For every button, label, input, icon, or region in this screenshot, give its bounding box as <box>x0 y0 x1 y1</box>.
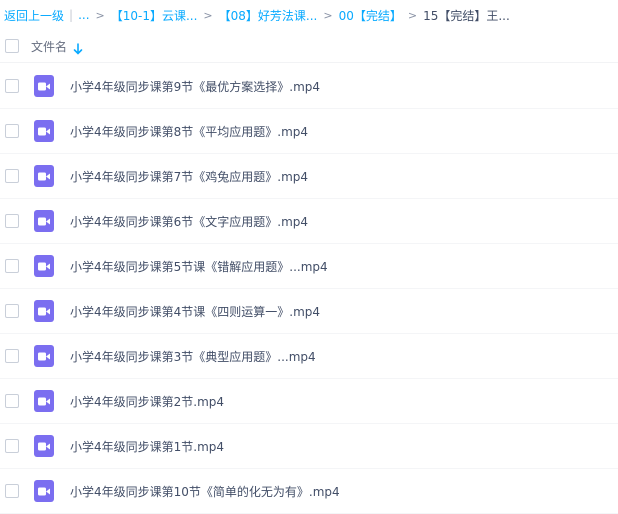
video-file-icon <box>34 390 54 412</box>
video-file-icon <box>34 480 54 502</box>
file-row[interactable]: 小学4年级同步课第7节《鸡兔应用题》.mp4 <box>0 154 618 199</box>
row-checkbox[interactable] <box>5 304 19 318</box>
select-all-checkbox[interactable] <box>5 39 19 53</box>
video-file-icon <box>34 165 54 187</box>
back-link[interactable]: 返回上一级 <box>4 7 64 24</box>
row-checkbox[interactable] <box>5 79 19 93</box>
file-row[interactable]: 小学4年级同步课第9节《最优方案选择》.mp4 <box>0 64 618 109</box>
file-row[interactable]: 小学4年级同步课第3节《典型应用题》...mp4 <box>0 334 618 379</box>
row-checkbox[interactable] <box>5 394 19 408</box>
file-name[interactable]: 小学4年级同步课第8节《平均应用题》.mp4 <box>70 123 308 140</box>
video-file-icon <box>34 255 54 277</box>
video-file-icon <box>34 120 54 142</box>
file-row[interactable]: 小学4年级同步课第6节《文字应用题》.mp4 <box>0 199 618 244</box>
row-checkbox[interactable] <box>5 439 19 453</box>
row-checkbox[interactable] <box>5 124 19 138</box>
row-checkbox[interactable] <box>5 169 19 183</box>
column-header-filename[interactable]: 文件名 <box>31 38 67 55</box>
video-file-icon <box>34 300 54 322</box>
file-row[interactable]: 小学4年级同步课第1节.mp4 <box>0 424 618 469</box>
row-checkbox[interactable] <box>5 484 19 498</box>
chevron-right-icon: > <box>407 8 418 22</box>
breadcrumb-item[interactable]: 00【完结】 <box>339 7 402 24</box>
arrow-down-icon[interactable] <box>73 40 83 55</box>
breadcrumb-divider: | <box>69 8 74 22</box>
chevron-right-icon: > <box>203 8 213 22</box>
file-name[interactable]: 小学4年级同步课第10节《简单的化无为有》.mp4 <box>70 483 340 500</box>
file-name[interactable]: 小学4年级同步课第1节.mp4 <box>70 438 224 455</box>
chevron-right-icon: > <box>323 8 333 22</box>
file-name[interactable]: 小学4年级同步课第9节《最优方案选择》.mp4 <box>70 78 320 95</box>
file-name[interactable]: 小学4年级同步课第5节课《错解应用题》...mp4 <box>70 258 328 275</box>
file-list: 小学4年级同步课第9节《最优方案选择》.mp4 小学4年级同步课第8节《平均应用… <box>0 64 618 514</box>
file-name[interactable]: 小学4年级同步课第6节《文字应用题》.mp4 <box>70 213 308 230</box>
file-name[interactable]: 小学4年级同步课第3节《典型应用题》...mp4 <box>70 348 316 365</box>
file-row[interactable]: 小学4年级同步课第2节.mp4 <box>0 379 618 424</box>
file-name[interactable]: 小学4年级同步课第7节《鸡兔应用题》.mp4 <box>70 168 308 185</box>
file-name[interactable]: 小学4年级同步课第2节.mp4 <box>70 393 224 410</box>
breadcrumb-item[interactable]: 【10-1】云课... <box>111 7 198 24</box>
chevron-right-icon: > <box>95 8 105 22</box>
file-row[interactable]: 小学4年级同步课第10节《简单的化无为有》.mp4 <box>0 469 618 514</box>
breadcrumb-current: 15【完结】王... <box>423 8 510 23</box>
file-name[interactable]: 小学4年级同步课第4节课《四则运算一》.mp4 <box>70 303 320 320</box>
file-row[interactable]: 小学4年级同步课第4节课《四则运算一》.mp4 <box>0 289 618 334</box>
video-file-icon <box>34 345 54 367</box>
row-checkbox[interactable] <box>5 349 19 363</box>
breadcrumb-ellipsis[interactable]: ... <box>78 8 89 22</box>
row-checkbox[interactable] <box>5 259 19 273</box>
file-row[interactable]: 小学4年级同步课第8节《平均应用题》.mp4 <box>0 109 618 154</box>
row-checkbox[interactable] <box>5 214 19 228</box>
file-row[interactable]: 小学4年级同步课第5节课《错解应用题》...mp4 <box>0 244 618 289</box>
video-file-icon <box>34 210 54 232</box>
breadcrumb: 返回上一级 | ... > 【10-1】云课... > 【08】好芳法课... … <box>4 0 618 30</box>
video-file-icon <box>34 75 54 97</box>
video-file-icon <box>34 435 54 457</box>
file-list-header: 文件名 <box>0 30 618 63</box>
breadcrumb-item[interactable]: 【08】好芳法课... <box>219 7 318 24</box>
